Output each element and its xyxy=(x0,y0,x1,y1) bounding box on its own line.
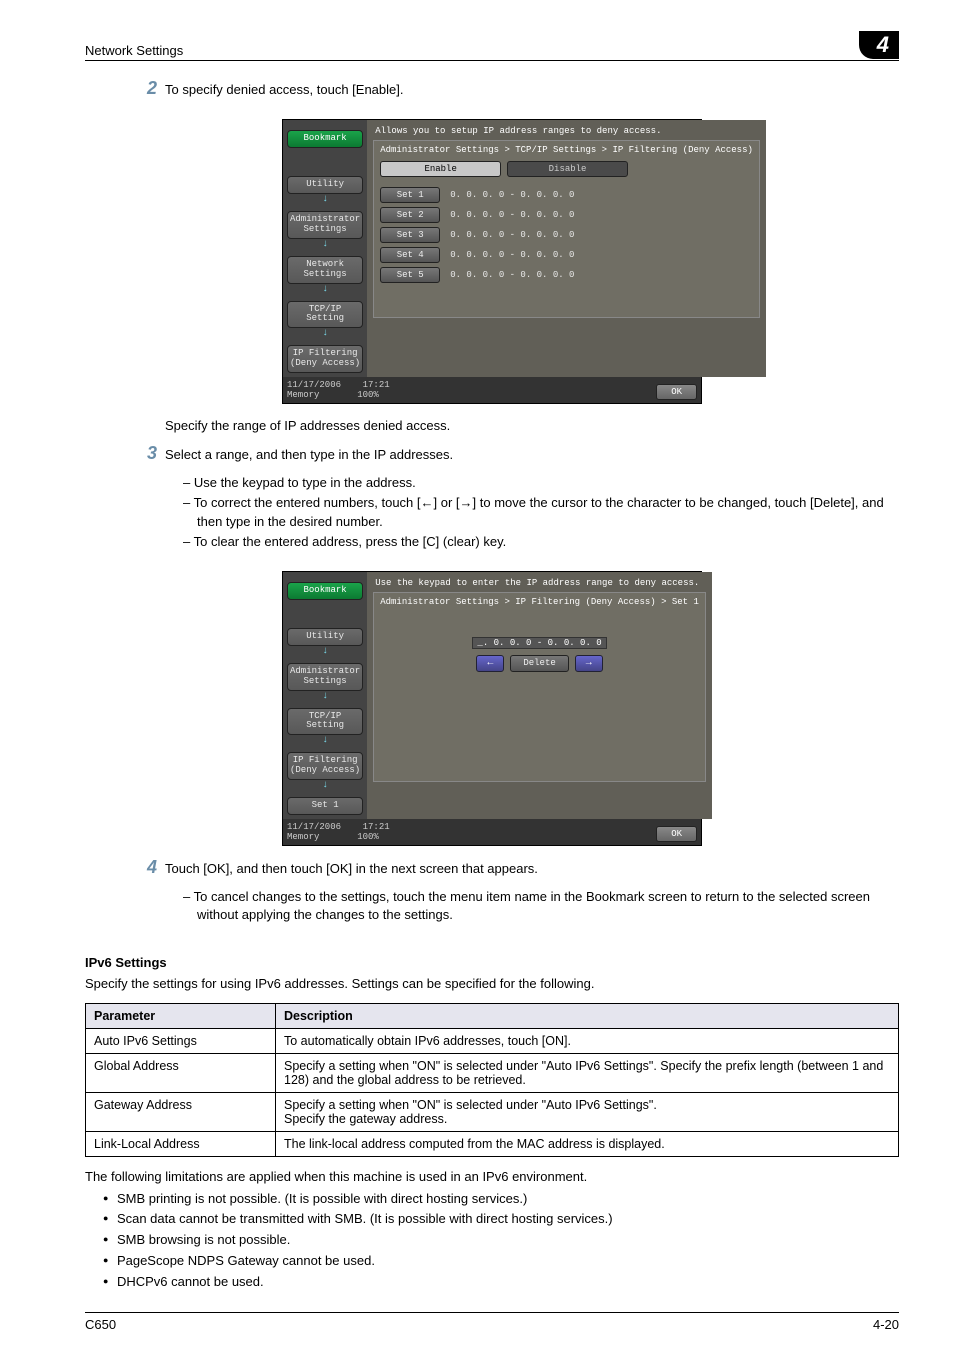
set-4-button[interactable]: Set 4 xyxy=(380,247,440,263)
footer-model: C650 xyxy=(85,1317,116,1332)
arrow-down-icon: ↓ xyxy=(287,240,363,250)
ipv6-heading: IPv6 Settings xyxy=(85,955,899,970)
footer-page-number: 4-20 xyxy=(873,1317,899,1332)
ipv6-intro: Specify the settings for using IPv6 addr… xyxy=(85,976,899,991)
table-header-description: Description xyxy=(276,1003,899,1028)
step-3-number: 3 xyxy=(135,443,165,464)
step-3-text: Select a range, and then type in the IP … xyxy=(165,446,899,464)
step-2-after-text: Specify the range of IP addresses denied… xyxy=(165,418,899,433)
step-3-bullet-2: To correct the entered numbers, touch [←… xyxy=(197,494,899,530)
ipv6-limit-5: DHCPv6 cannot be used. xyxy=(117,1273,899,1292)
ok-button[interactable]: OK xyxy=(656,826,697,842)
delete-button[interactable]: Delete xyxy=(510,655,568,672)
footer-time: 17:21 xyxy=(363,380,390,390)
arrow-down-icon: ↓ xyxy=(287,647,363,657)
set-2-button[interactable]: Set 2 xyxy=(380,207,440,223)
step-3-bullet-3: To clear the entered address, press the … xyxy=(197,533,899,551)
device-screenshot-1: Bookmark Utility ↓ Administrator Setting… xyxy=(282,119,702,404)
footer-memory-pct: 100% xyxy=(357,390,379,400)
set-1-button[interactable]: Set 1 xyxy=(380,187,440,203)
ipv6-limit-4: PageScope NDPS Gateway cannot be used. xyxy=(117,1252,899,1271)
page-header-title: Network Settings xyxy=(85,43,183,58)
footer-memory-label: Memory xyxy=(287,390,319,400)
tcpip-setting-button[interactable]: TCP/IP Setting xyxy=(287,301,363,329)
table-row: Link-Local Address The link-local addres… xyxy=(86,1131,899,1156)
bookmark-button[interactable]: Bookmark xyxy=(287,582,363,600)
table-row: Auto IPv6 Settings To automatically obta… xyxy=(86,1028,899,1053)
admin-settings-button[interactable]: Administrator Settings xyxy=(287,211,363,239)
utility-button[interactable]: Utility xyxy=(287,628,363,646)
step-3-bullet-1: Use the keypad to type in the address. xyxy=(197,474,899,492)
step-2-text: To specify denied access, touch [Enable]… xyxy=(165,81,899,99)
footer-time: 17:21 xyxy=(363,822,390,832)
ipv6-limit-3: SMB browsing is not possible. xyxy=(117,1231,899,1250)
step-2-number: 2 xyxy=(135,78,165,99)
ip-range-1: 0. 0. 0. 0 - 0. 0. 0. 0 xyxy=(450,190,574,200)
enable-tab[interactable]: Enable xyxy=(380,161,501,177)
arrow-down-icon: ↓ xyxy=(287,195,363,205)
ip-filtering-button[interactable]: IP Filtering (Deny Access) xyxy=(287,752,363,780)
set-5-button[interactable]: Set 5 xyxy=(380,267,440,283)
device-instruction: Use the keypad to enter the IP address r… xyxy=(373,576,706,592)
arrow-down-icon: ↓ xyxy=(287,736,363,746)
arrow-right-button[interactable]: → xyxy=(575,655,603,672)
arrow-down-icon: ↓ xyxy=(287,692,363,702)
ip-range-5: 0. 0. 0. 0 - 0. 0. 0. 0 xyxy=(450,270,574,280)
breadcrumb: Administrator Settings > IP Filtering (D… xyxy=(380,597,699,607)
table-header-parameter: Parameter xyxy=(86,1003,276,1028)
ok-button[interactable]: OK xyxy=(656,384,697,400)
step-4-number: 4 xyxy=(135,857,165,878)
network-settings-button[interactable]: Network Settings xyxy=(287,256,363,284)
step-4-bullet-1: To cancel changes to the settings, touch… xyxy=(197,888,899,924)
footer-date: 11/17/2006 xyxy=(287,822,341,832)
arrow-down-icon: ↓ xyxy=(287,285,363,295)
ipv6-parameter-table: Parameter Description Auto IPv6 Settings… xyxy=(85,1003,899,1157)
table-row: Gateway Address Specify a setting when "… xyxy=(86,1092,899,1131)
chapter-badge: 4 xyxy=(859,31,899,59)
admin-settings-button[interactable]: Administrator Settings xyxy=(287,663,363,691)
footer-date: 11/17/2006 xyxy=(287,380,341,390)
tcpip-setting-button[interactable]: TCP/IP Setting xyxy=(287,708,363,736)
ipv6-limit-1: SMB printing is not possible. (It is pos… xyxy=(117,1190,899,1209)
footer-memory-label: Memory xyxy=(287,832,319,842)
ipv6-limitations-intro: The following limitations are applied wh… xyxy=(85,1169,899,1184)
ipv6-limit-2: Scan data cannot be transmitted with SMB… xyxy=(117,1210,899,1229)
set-1-nav-button[interactable]: Set 1 xyxy=(287,797,363,815)
ip-range-4: 0. 0. 0. 0 - 0. 0. 0. 0 xyxy=(450,250,574,260)
table-row: Global Address Specify a setting when "O… xyxy=(86,1053,899,1092)
ip-entry-field[interactable]: _. 0. 0. 0 - 0. 0. 0. 0 xyxy=(472,637,606,649)
arrow-left-button[interactable]: ← xyxy=(476,655,504,672)
set-3-button[interactable]: Set 3 xyxy=(380,227,440,243)
utility-button[interactable]: Utility xyxy=(287,176,363,194)
step-4-text: Touch [OK], and then touch [OK] in the n… xyxy=(165,860,899,878)
footer-memory-pct: 100% xyxy=(357,832,379,842)
breadcrumb: Administrator Settings > TCP/IP Settings… xyxy=(380,145,753,155)
bookmark-button[interactable]: Bookmark xyxy=(287,130,363,148)
disable-tab[interactable]: Disable xyxy=(507,161,628,177)
ip-range-2: 0. 0. 0. 0 - 0. 0. 0. 0 xyxy=(450,210,574,220)
ip-filtering-button[interactable]: IP Filtering (Deny Access) xyxy=(287,345,363,373)
device-instruction: Allows you to setup IP address ranges to… xyxy=(373,124,760,140)
arrow-down-icon: ↓ xyxy=(287,329,363,339)
device-screenshot-2: Bookmark Utility ↓ Administrator Setting… xyxy=(282,571,702,846)
ip-range-3: 0. 0. 0. 0 - 0. 0. 0. 0 xyxy=(450,230,574,240)
arrow-down-icon: ↓ xyxy=(287,781,363,791)
